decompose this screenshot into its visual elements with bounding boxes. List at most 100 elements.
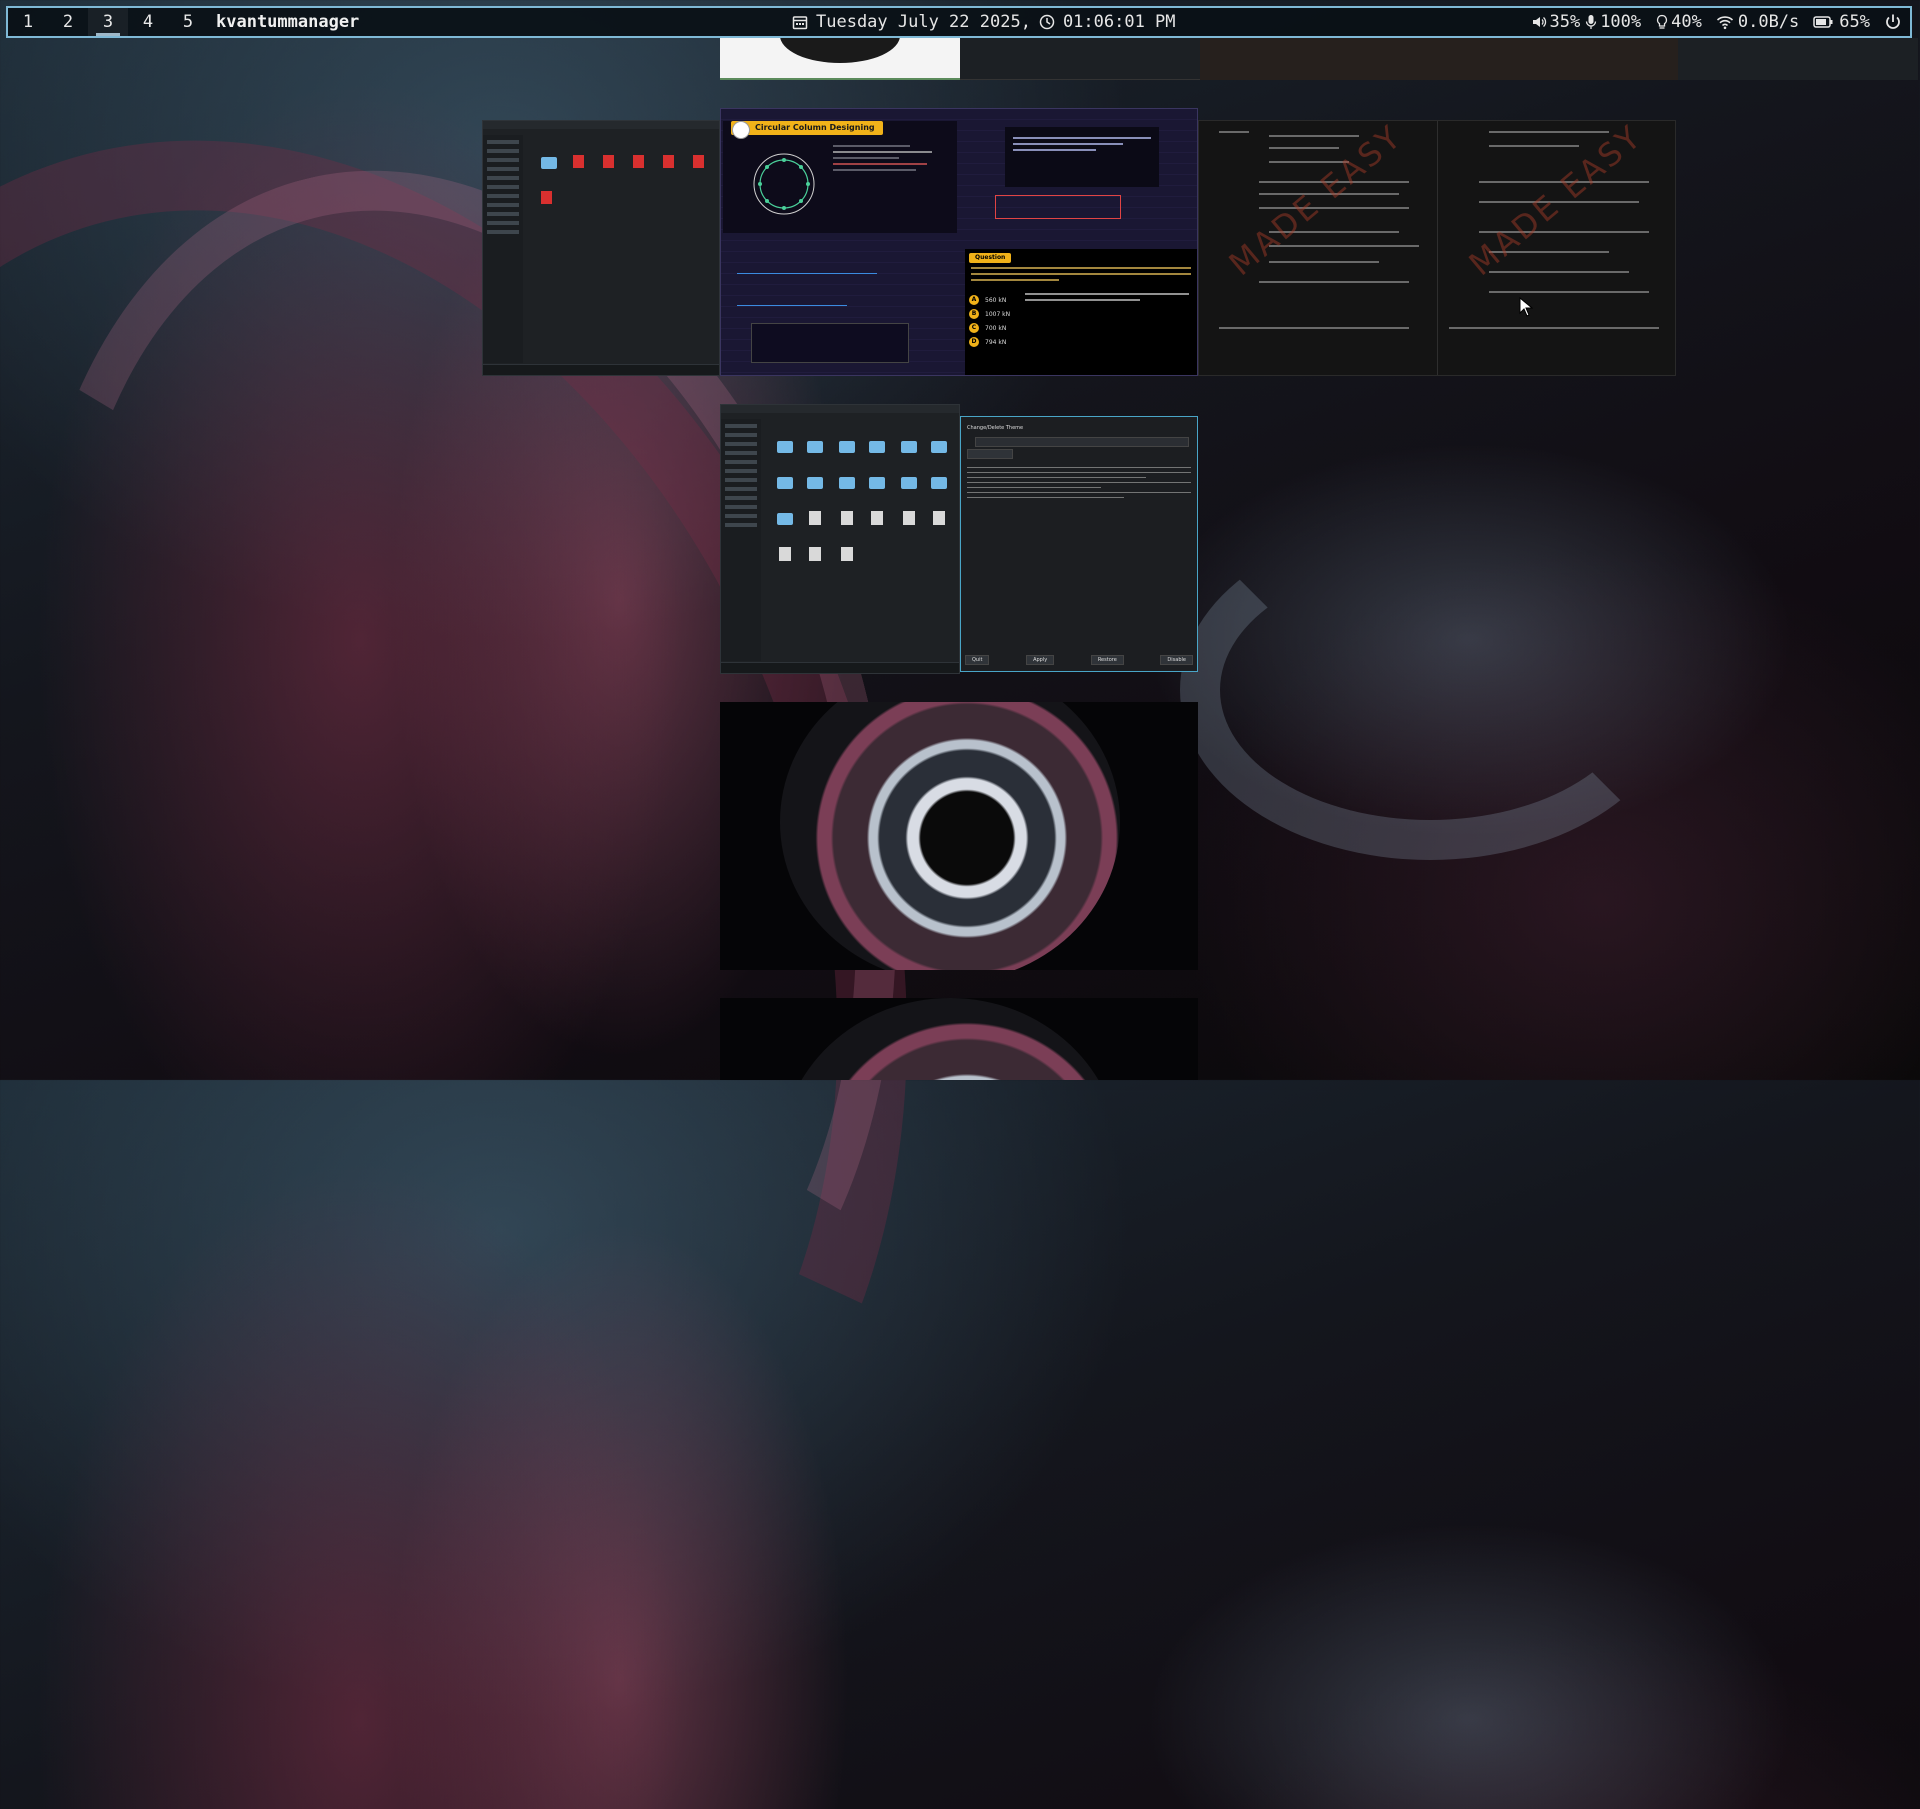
divider	[1437, 121, 1438, 375]
quit-button[interactable]: Quit	[965, 655, 990, 665]
workspace-1[interactable]: 1	[8, 8, 48, 36]
disable-button[interactable]: Disable	[1160, 655, 1193, 665]
speaker-icon	[1531, 14, 1547, 30]
pdf-file-icon[interactable]	[603, 155, 614, 168]
window-thumb-top-2[interactable]	[960, 38, 1200, 80]
pdf-file-icon[interactable]	[573, 155, 584, 168]
folder-icon[interactable]	[931, 477, 947, 489]
wallpaper-swirl	[1180, 520, 1680, 860]
file-manager-window[interactable]	[482, 120, 720, 376]
menu-bar	[721, 405, 959, 413]
banner-title: Circular Column Designing	[755, 123, 875, 132]
clock-widget[interactable]: Tuesday July 22 2025, 01:06:01 PM	[792, 8, 1176, 36]
battery-widget[interactable]: 65%	[1813, 12, 1870, 32]
pdf-file-icon[interactable]	[633, 155, 644, 168]
status-tray: 35% 100% 40% 0.0B/s 65%	[1531, 8, 1902, 36]
red-boxed-result	[995, 195, 1121, 219]
lecture-banner: Circular Column Designing	[731, 121, 883, 135]
mic-value: 100%	[1600, 12, 1642, 32]
blue-note-line	[737, 273, 877, 274]
date-text: Tuesday July 22 2025,	[816, 12, 1031, 32]
folder-icon[interactable]	[541, 157, 557, 169]
network-widget[interactable]: 0.0B/s	[1716, 12, 1799, 32]
lecture-video-window[interactable]: Circular Column Designing Question A 560 …	[720, 108, 1198, 376]
column-section-diagram	[753, 153, 815, 215]
option-letter: D	[969, 337, 979, 347]
folder-icon[interactable]	[807, 441, 823, 453]
folder-icon[interactable]	[777, 441, 793, 453]
description-text	[967, 463, 1191, 502]
status-bar	[483, 364, 719, 375]
folder-icon[interactable]	[807, 477, 823, 489]
wallpaper-thumbnail[interactable]	[720, 702, 1198, 970]
file-manager-grid-window[interactable]	[720, 404, 960, 674]
option-a[interactable]: A 560 kN	[969, 293, 1010, 307]
workspace-5[interactable]: 5	[168, 8, 208, 36]
folder-icon[interactable]	[777, 477, 793, 489]
file-icon[interactable]	[933, 511, 945, 525]
menu-bar	[483, 121, 719, 129]
swirl-art	[780, 702, 1120, 970]
theme-select[interactable]	[975, 437, 1189, 447]
microphone-icon	[1584, 14, 1598, 30]
folder-icon[interactable]	[839, 477, 855, 489]
folder-icon[interactable]	[777, 513, 793, 525]
pdf-notes-window[interactable]: MADE EASY MADE EASY	[1198, 120, 1676, 376]
restore-button[interactable]: Restore	[1090, 655, 1124, 665]
handwritten-notes	[833, 141, 943, 175]
places-sidebar	[721, 419, 761, 661]
small-diagram-box	[751, 323, 909, 363]
apply-button[interactable]: Apply	[1026, 655, 1055, 665]
wallpaper-thumbnail[interactable]	[720, 998, 1198, 1080]
option-text: 700 kN	[985, 324, 1007, 332]
power-icon[interactable]	[1884, 13, 1902, 31]
time-text: 01:06:01 PM	[1062, 12, 1176, 32]
file-icon[interactable]	[809, 511, 821, 525]
folder-icon[interactable]	[869, 441, 885, 453]
pdf-file-icon[interactable]	[541, 191, 552, 204]
folder-icon[interactable]	[931, 441, 947, 453]
file-icon[interactable]	[871, 511, 883, 525]
folder-icon[interactable]	[839, 441, 855, 453]
option-d[interactable]: D 794 kN	[969, 335, 1010, 349]
active-window-title: kvantummanager	[216, 12, 360, 32]
brightness-value: 40%	[1671, 12, 1702, 32]
window-thumb-top-4[interactable]	[1678, 38, 1918, 80]
file-icon[interactable]	[841, 547, 853, 561]
workspace-4[interactable]: 4	[128, 8, 168, 36]
window-thumb-top-1[interactable]	[720, 38, 960, 80]
blue-note-line	[737, 305, 847, 306]
kvantum-manager-window[interactable]: Change/Delete Theme Quit Apply Restore D…	[960, 416, 1198, 672]
brightness-widget[interactable]: 40%	[1655, 12, 1702, 32]
workspace-2[interactable]: 2	[48, 8, 88, 36]
folder-icon[interactable]	[869, 477, 885, 489]
option-c[interactable]: C 700 kN	[969, 321, 1010, 335]
battery-icon	[1813, 15, 1833, 29]
file-icon[interactable]	[779, 547, 791, 561]
solution-scribble	[1025, 289, 1189, 305]
option-text: 560 kN	[985, 296, 1007, 304]
option-list: A 560 kN B 1007 kN C 700 kN D 794 kN	[969, 293, 1010, 349]
dark-blob	[780, 38, 900, 63]
question-text	[971, 263, 1191, 285]
pdf-file-icon[interactable]	[693, 155, 704, 168]
tab-change-theme[interactable]: Change/Delete Theme	[967, 425, 1023, 431]
file-icon[interactable]	[841, 511, 853, 525]
workspace-3[interactable]: 3	[88, 8, 128, 36]
folder-icon[interactable]	[901, 477, 917, 489]
volume-widget[interactable]: 35%	[1531, 12, 1580, 32]
use-theme-button[interactable]	[967, 449, 1013, 459]
option-letter: B	[969, 309, 979, 319]
file-icon[interactable]	[903, 511, 915, 525]
folder-icon[interactable]	[901, 441, 917, 453]
question-panel: Question A 560 kN B 1007 kN C 700 kN D 794 k…	[965, 249, 1197, 375]
battery-value: 65%	[1839, 12, 1870, 32]
option-b[interactable]: B 1007 kN	[969, 307, 1010, 321]
window-thumb-top-3[interactable]	[1200, 38, 1678, 80]
mic-widget[interactable]: 100%	[1584, 12, 1641, 32]
clock-icon	[1039, 14, 1055, 30]
file-icon[interactable]	[809, 547, 821, 561]
pdf-file-icon[interactable]	[663, 155, 674, 168]
option-text: 794 kN	[985, 338, 1007, 346]
network-speed: 0.0B/s	[1737, 12, 1800, 32]
